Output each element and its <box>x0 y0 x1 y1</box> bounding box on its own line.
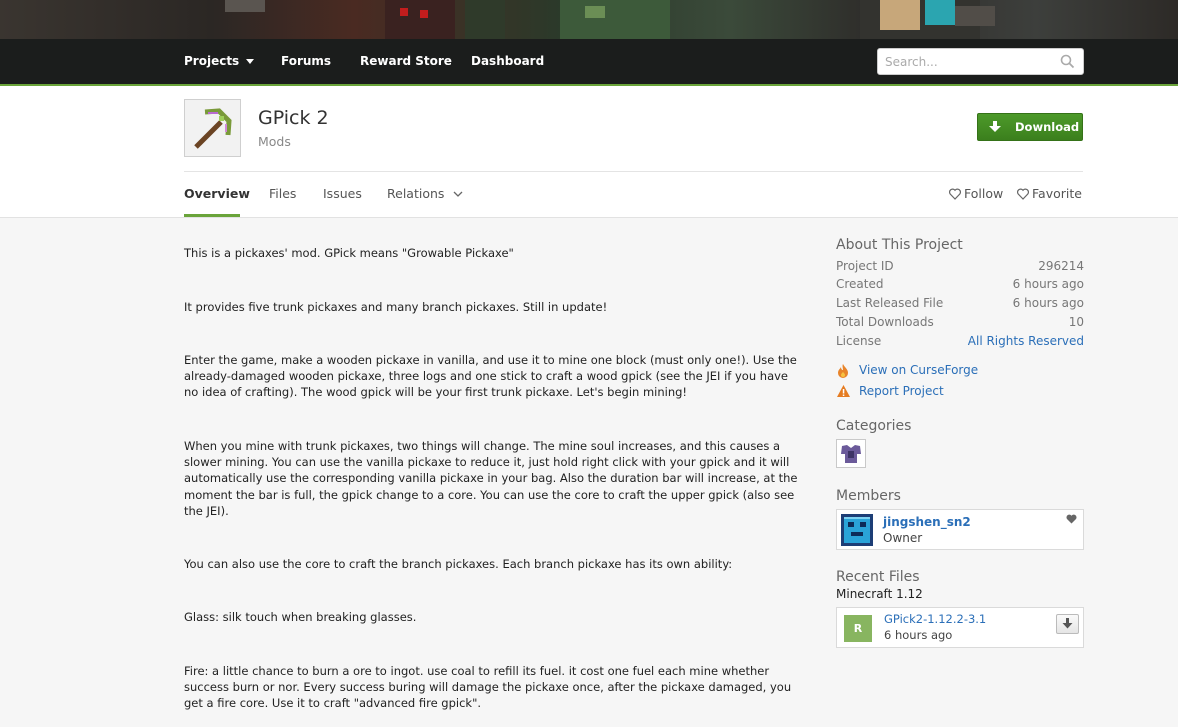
heart-icon[interactable] <box>1066 514 1077 524</box>
project-avatar <box>184 99 241 157</box>
search-icon[interactable] <box>1060 54 1075 69</box>
download-button[interactable]: Download <box>977 113 1083 141</box>
tab-relations[interactable]: Relations <box>387 186 463 201</box>
file-download-button[interactable] <box>1056 614 1079 634</box>
description-paragraph: Glass: silk touch when breaking glasses. <box>184 610 417 624</box>
avatar[interactable] <box>841 514 873 546</box>
flame-icon <box>838 364 848 378</box>
description-paragraph: You can also use the core to craft the b… <box>184 557 733 571</box>
hero-banner <box>0 0 1178 39</box>
pickaxe-icon <box>194 108 232 149</box>
about-row-project-id: Project ID 296214 <box>836 259 1084 277</box>
heart-outline-icon <box>949 188 961 200</box>
divider <box>184 171 1083 172</box>
about-row-last-released: Last Released File 6 hours ago <box>836 296 1084 314</box>
description-paragraph: When you mine with trunk pickaxes, two t… <box>184 439 798 518</box>
about-label: Last Released File <box>836 296 944 310</box>
download-icon <box>989 121 1001 132</box>
favorite-button[interactable]: Favorite <box>1017 186 1082 201</box>
about-label: Total Downloads <box>836 315 934 329</box>
armor-category-icon <box>841 445 861 463</box>
about-value: 6 hours ago <box>1012 277 1084 291</box>
chevron-down-icon <box>453 191 463 197</box>
about-row-license: License All Rights Reserved <box>836 334 1084 352</box>
license-link[interactable]: All Rights Reserved <box>968 334 1084 348</box>
member-name-link[interactable]: jingshen_sn2 <box>883 515 971 529</box>
about-row-total-downloads: Total Downloads 10 <box>836 315 1084 333</box>
description-paragraph: Fire: a little chance to burn a ore to i… <box>184 664 792 711</box>
nav-dashboard[interactable]: Dashboard <box>471 39 544 84</box>
tab-issues[interactable]: Issues <box>323 186 362 201</box>
chevron-down-icon <box>246 59 255 64</box>
tab-relations-label: Relations <box>387 186 445 201</box>
project-header: GPick 2 Mods Download Overview Files Iss… <box>0 86 1178 218</box>
search-input[interactable] <box>878 49 1048 74</box>
project-category[interactable]: Mods <box>258 134 291 149</box>
member-role: Owner <box>883 531 923 545</box>
about-value: 10 <box>1068 315 1084 329</box>
favorite-label: Favorite <box>1032 186 1082 201</box>
description-paragraph: Enter the game, make a wooden pickaxe in… <box>184 353 797 400</box>
member-card: jingshen_sn2 Owner <box>836 509 1084 550</box>
about-label: Project ID <box>836 259 894 273</box>
description-paragraph: This is a pickaxes' mod. GPick means "Gr… <box>184 246 514 260</box>
search-box <box>877 48 1084 75</box>
heart-outline-icon <box>1017 188 1029 200</box>
project-title: GPick 2 <box>258 107 329 129</box>
tab-files[interactable]: Files <box>269 186 296 201</box>
download-label: Download <box>1015 120 1080 134</box>
follow-button[interactable]: Follow <box>949 186 1003 201</box>
report-project-label: Report Project <box>859 384 944 398</box>
member-avatar-icon <box>844 517 870 543</box>
tab-overview[interactable]: Overview <box>184 186 250 201</box>
members-heading: Members <box>836 488 901 504</box>
view-on-curseforge-label: View on CurseForge <box>859 363 979 377</box>
nav-projects-label: Projects <box>184 54 240 68</box>
warning-icon <box>837 385 850 397</box>
about-label: License <box>836 334 882 348</box>
about-heading: About This Project <box>836 237 963 253</box>
nav-forums[interactable]: Forums <box>281 39 331 84</box>
active-tab-indicator <box>184 214 240 217</box>
about-row-created: Created 6 hours ago <box>836 277 1084 295</box>
about-value: 6 hours ago <box>1012 296 1084 310</box>
nav-projects[interactable]: Projects <box>184 39 255 84</box>
category-armor[interactable] <box>836 439 866 468</box>
description-paragraph: It provides five trunk pickaxes and many… <box>184 300 608 314</box>
download-icon <box>1062 618 1073 629</box>
release-type-badge: R <box>844 615 872 642</box>
nav-reward-store[interactable]: Reward Store <box>360 39 452 84</box>
file-name-link[interactable]: GPick2-1.12.2-3.1 <box>884 612 986 626</box>
categories-heading: Categories <box>836 418 912 434</box>
game-version: Minecraft 1.12 <box>836 587 923 601</box>
follow-label: Follow <box>964 186 1004 201</box>
recent-files-heading: Recent Files <box>836 569 920 585</box>
about-label: Created <box>836 277 884 291</box>
file-time: 6 hours ago <box>884 628 953 642</box>
about-value: 296214 <box>1038 259 1084 273</box>
recent-file-card: R GPick2-1.12.2-3.1 6 hours ago <box>836 607 1084 648</box>
